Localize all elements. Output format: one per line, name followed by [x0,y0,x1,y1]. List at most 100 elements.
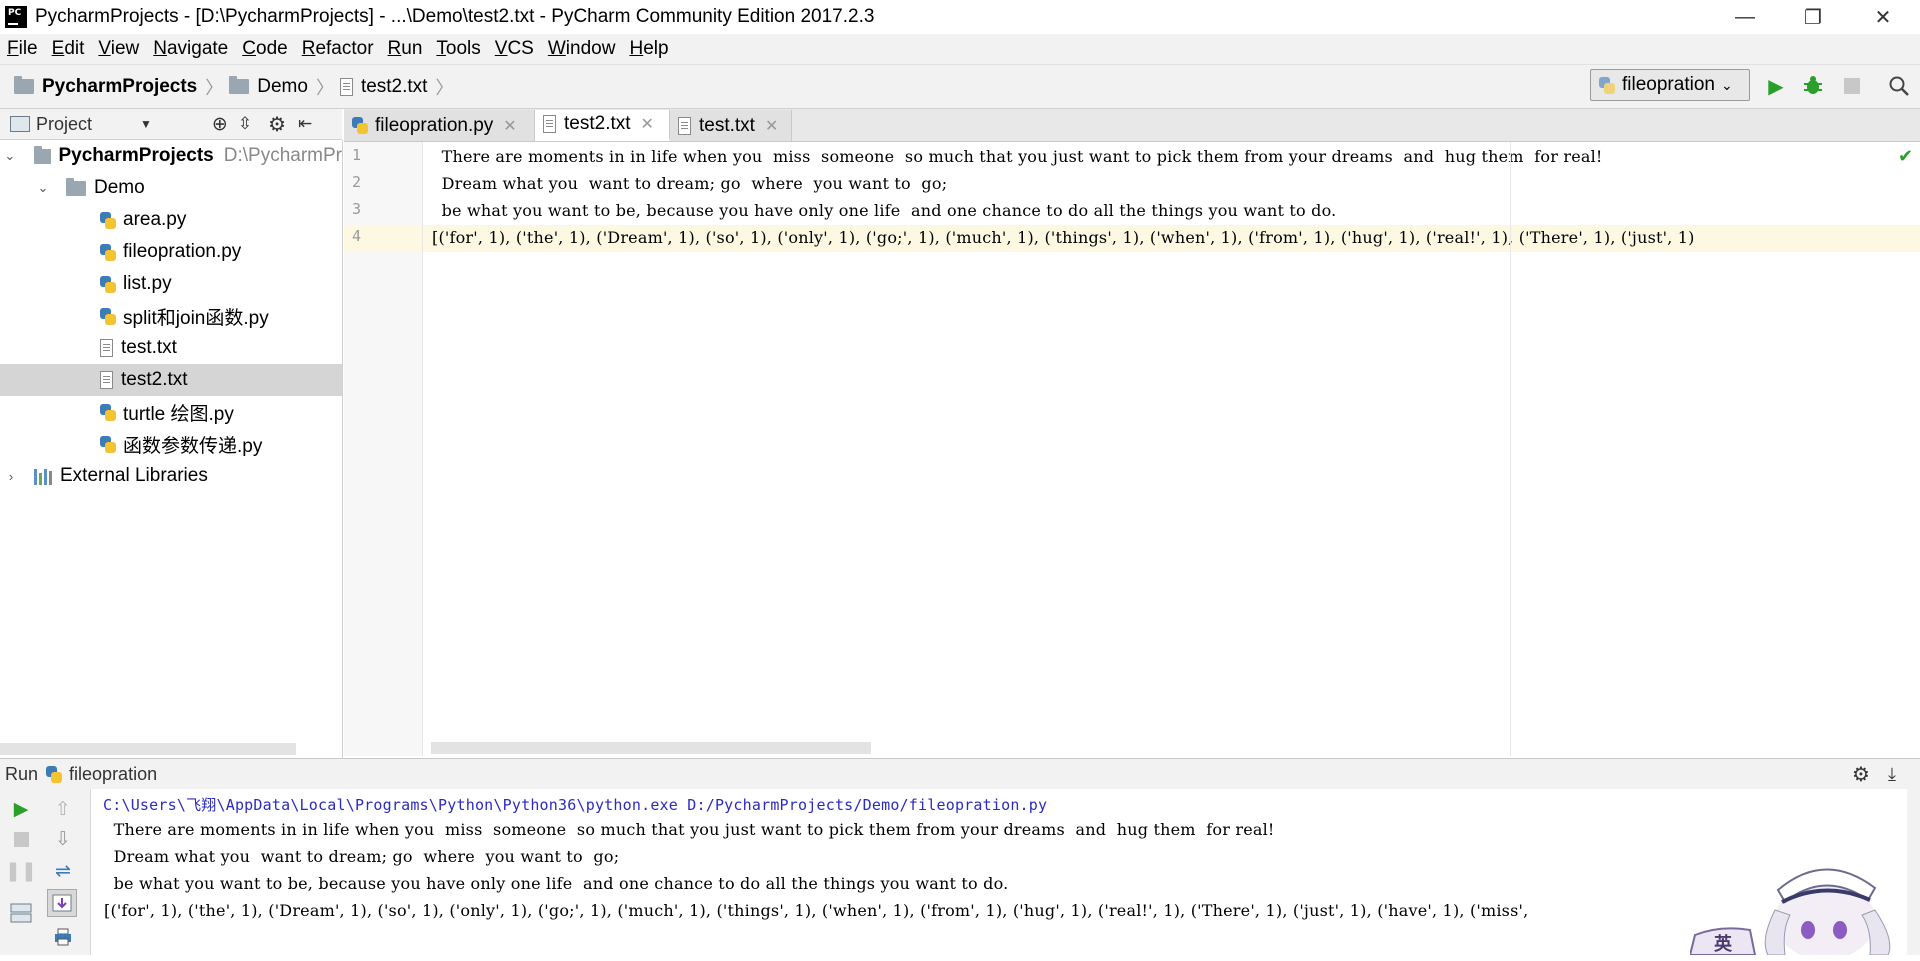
gear-icon[interactable]: ⚙ [268,112,286,137]
menu-help[interactable]: Help [622,38,675,60]
breadcrumb-label: test2.txt [360,75,428,97]
menu-window[interactable]: Window [541,38,623,60]
close-window-button[interactable]: ✕ [1848,0,1918,34]
tree-file-item[interactable]: fileopration.py [0,236,342,268]
line-number: 4 [352,227,362,245]
search-icon[interactable] [1886,73,1912,99]
code-line: be what you want to be, because you have… [431,201,1337,220]
down-arrow-icon[interactable]: ⇩ [48,825,78,853]
restore-button[interactable]: ❐ [1778,0,1848,34]
tree-item-label: fileopration.py [123,241,242,262]
project-panel-title[interactable]: Project [36,114,92,135]
debug-icon[interactable] [1800,73,1826,99]
tree-external-libraries[interactable]: › External Libraries [0,460,342,492]
ime-indicator[interactable]: 英 [1714,930,1732,956]
menu-bar: File Edit View Navigate Code Refactor Ru… [0,34,1920,65]
menu-edit[interactable]: Edit [45,38,92,60]
breadcrumb-label: PycharmProjects [42,75,198,97]
menu-code[interactable]: Code [235,38,294,60]
tree-file-item[interactable]: area.py [0,204,342,236]
breadcrumb-demo[interactable]: Demo 〉 [229,74,340,100]
rerun-icon[interactable]: ▶ [6,795,36,823]
tree-file-item[interactable]: turtle 绘图.py [0,396,342,428]
run-icon[interactable]: ▶ [1763,73,1789,99]
hide-panel-icon[interactable]: ⤓ [1888,764,1896,785]
layout-icon[interactable] [6,899,36,927]
gear-icon[interactable]: ⚙ [1852,762,1870,787]
scroll-to-end-icon[interactable] [47,889,77,917]
stop-icon[interactable] [1839,73,1865,99]
console-command-line: C:\Users\飞翔\AppData\Local\Programs\Pytho… [103,796,1048,814]
chevron-down-icon: ⌄ [1720,76,1733,93]
editor-tab-bar: fileopration.py ✕ test2.txt ✕ test.txt ✕ [344,109,1920,142]
tab-test[interactable]: test.txt ✕ [670,110,792,141]
menu-vcs[interactable]: VCS [488,38,541,60]
tree-item-path: D:\PycharmPr [223,145,342,166]
python-file-icon [100,275,116,293]
pause-icon[interactable]: ❚❚ [5,857,37,885]
desktop-mascot-image[interactable]: 英 [1688,850,1920,960]
tab-label: fileopration.py [375,114,494,136]
locate-icon[interactable]: ⊕ [212,113,228,136]
run-panel-config[interactable]: fileopration [69,764,157,785]
close-tab-icon[interactable]: ✕ [503,116,516,136]
breadcrumb-label: Demo [257,75,308,97]
up-arrow-icon[interactable]: ⇧ [48,795,78,823]
menu-refactor[interactable]: Refactor [295,38,381,60]
tree-file-item[interactable]: test.txt [0,332,342,364]
code-line: [('for', 1), ('the', 1), ('Dream', 1), (… [432,228,1695,247]
tree-root-project[interactable]: ⌄ PycharmProjects D:\PycharmPr [0,140,342,172]
close-tab-icon[interactable]: ✕ [641,114,654,134]
close-tab-icon[interactable]: ✕ [765,116,778,136]
console-output-line: Dream what you want to dream; go where y… [103,847,620,866]
print-icon[interactable] [48,923,78,951]
breadcrumb-project[interactable]: PycharmProjects 〉 [14,74,229,100]
collapse-all-icon[interactable]: ⇳ [238,114,252,134]
soft-wrap-icon[interactable]: ⇌ [48,857,78,885]
library-icon [34,467,52,485]
horizontal-scrollbar[interactable] [431,742,871,754]
hide-panel-icon[interactable]: ⇤ [298,114,312,134]
run-panel-header: Run fileopration ⚙ ⤓ [0,758,1920,790]
console-output-line: be what you want to be, because you have… [103,874,1009,893]
editor-gutter: 1 2 3 4 [344,142,423,756]
tab-label: test.txt [699,114,755,136]
code-line: Dream what you want to dream; go where y… [431,174,948,193]
horizontal-scrollbar[interactable] [0,743,296,755]
python-file-icon [100,307,116,325]
chevron-right-icon[interactable]: › [4,469,18,484]
tree-item-label: test.txt [121,337,177,358]
run-configuration-select[interactable]: fileopration ⌄ [1590,69,1750,101]
menu-view[interactable]: View [91,38,146,60]
console-output-line: [('for', 1), ('the', 1), ('Dream', 1), (… [104,901,1529,920]
run-toolbar: ▶ ❚❚ ⇧ ⇩ ⇌ [0,789,91,955]
tab-fileopration[interactable]: fileopration.py ✕ [344,110,535,141]
stop-icon[interactable] [6,825,36,853]
line-number: 1 [352,146,362,164]
tree-item-label: Demo [94,177,145,198]
tree-file-item[interactable]: list.py [0,268,342,300]
chevron-down-icon[interactable]: ⌄ [4,148,16,164]
menu-run[interactable]: Run [381,38,430,60]
menu-navigate[interactable]: Navigate [146,38,235,60]
tree-item-label: test2.txt [121,369,188,390]
python-file-icon [100,403,116,421]
tree-folder-demo[interactable]: ⌄ Demo [0,172,342,204]
menu-file[interactable]: File [0,38,45,60]
tree-item-label: External Libraries [60,465,208,486]
tab-test2-active[interactable]: test2.txt ✕ [535,110,670,141]
tree-item-label: turtle 绘图.py [123,403,234,425]
menu-tools[interactable]: Tools [429,38,487,60]
tree-file-item[interactable]: 函数参数传递.py [0,428,342,460]
run-console[interactable]: C:\Users\飞翔\AppData\Local\Programs\Pytho… [91,789,1907,955]
minimize-button[interactable]: — [1710,0,1780,34]
breadcrumb-file[interactable]: test2.txt 〉 [339,74,460,100]
chevron-down-icon[interactable]: ⌄ [36,180,50,196]
tree-file-item-selected[interactable]: test2.txt [0,364,342,396]
project-panel-header: Project ▼ ⊕ ⇳ ⚙ ⇤ [0,109,342,140]
inspection-ok-icon[interactable]: ✔ [1898,146,1913,167]
chevron-down-icon[interactable]: ▼ [140,117,152,131]
tree-file-item[interactable]: split和join函数.py [0,300,342,332]
code-editor[interactable]: There are moments in in life when you mi… [423,142,1920,756]
python-file-icon [100,435,116,453]
